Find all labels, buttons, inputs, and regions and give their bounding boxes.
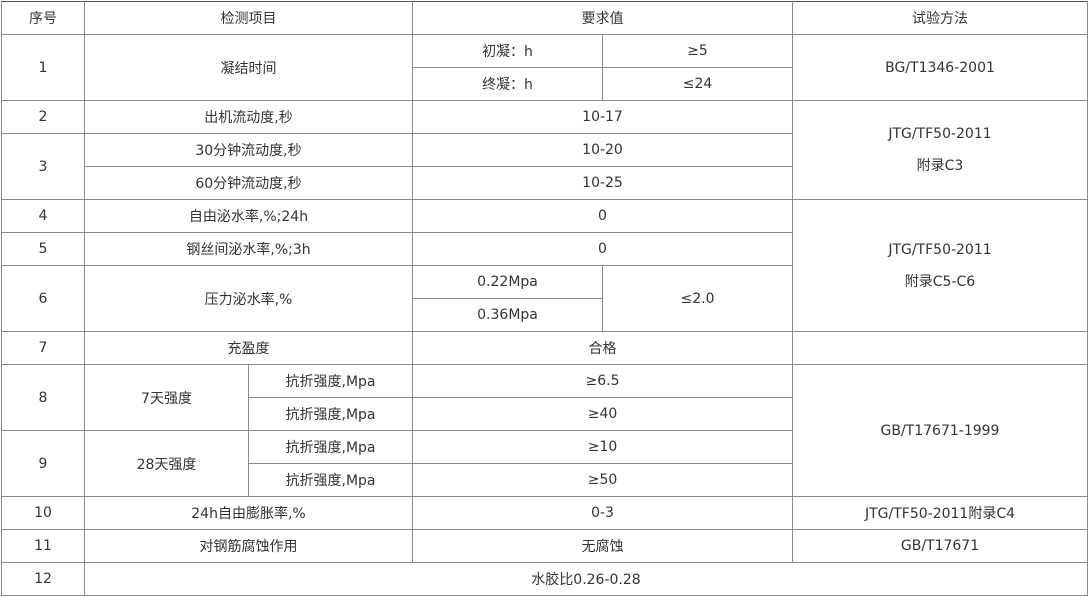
row-item: 凝结时间 (84, 34, 413, 101)
row-item: 60分钟流动度,秒 (84, 166, 413, 200)
row-value: ≥40 (412, 397, 793, 431)
row-item: 出机流动度,秒 (84, 100, 413, 134)
sub-item: 抗折强度,Mpa (248, 397, 413, 431)
row-value: 合格 (412, 331, 793, 365)
row-value: ≥10 (412, 430, 793, 464)
sub-item: 终凝：h (412, 67, 603, 101)
table-row: 7 充盈度 合格 (1, 331, 1088, 365)
row-value: 0-3 (412, 496, 793, 530)
row-item: 压力泌水率,% (84, 265, 413, 332)
row-item: 30分钟流动度,秒 (84, 133, 413, 167)
row-method: GB/T17671 (792, 529, 1088, 563)
row-value: 10-17 (412, 100, 793, 134)
row-value: 10-25 (412, 166, 793, 200)
row-value: 水胶比0.26-0.28 (84, 562, 1088, 596)
method-line: 附录C3 (916, 158, 964, 174)
row-method: BG/T1346-2001 (792, 34, 1088, 101)
table-row: 8 7天强度 抗折强度,Mpa ≥6.5 GB/T17671-1999 (1, 364, 1088, 497)
row-no: 11 (1, 529, 85, 563)
row-no: 2 (1, 100, 85, 134)
row-item: 充盈度 (84, 331, 413, 365)
row-value: 0 (412, 232, 793, 266)
row-value: 0 (412, 199, 793, 233)
header-requirement: 要求值 (412, 1, 793, 35)
sub-item: 0.36Mpa (412, 298, 603, 332)
row-no: 8 (1, 364, 85, 431)
row-method: JTG/TF50-2011附录C4 (792, 496, 1088, 530)
row-value: ≥5 (602, 34, 793, 68)
table-row: 10 24h自由膨胀率,% 0-3 JTG/TF50-2011附录C4 (1, 496, 1088, 530)
row-no: 7 (1, 331, 85, 365)
header-method: 试验方法 (792, 1, 1088, 35)
row-value: ≥6.5 (412, 364, 793, 398)
row-method: JTG/TF50-2011 附录C3 (792, 100, 1088, 200)
row-no: 12 (1, 562, 85, 596)
row-method: GB/T17671-1999 (792, 364, 1088, 497)
row-value: ≤2.0 (602, 265, 793, 332)
header-item: 检测项目 (84, 1, 413, 35)
row-method-empty (792, 331, 1088, 365)
header-row: 序号 检测项目 要求值 试验方法 (1, 1, 1088, 35)
row-item: 钢丝间泌水率,%;3h (84, 232, 413, 266)
sub-item: 抗折强度,Mpa (248, 364, 413, 398)
row-no: 5 (1, 232, 85, 266)
sub-item: 抗折强度,Mpa (248, 430, 413, 464)
header-no: 序号 (1, 1, 85, 35)
method-line: 附录C5-C6 (904, 273, 976, 290)
method-line: JTG/TF50-2011 (888, 126, 992, 142)
row-value: 10-20 (412, 133, 793, 167)
row-item: 24h自由膨胀率,% (84, 496, 413, 530)
sub-item: 初凝：h (412, 34, 603, 68)
table-row: 1 凝结时间 初凝：h ≥5 BG/T1346-2001 (1, 34, 1088, 101)
row-no: 1 (1, 34, 85, 101)
row-item: 对钢筋腐蚀作用 (84, 529, 413, 563)
row-no: 4 (1, 199, 85, 233)
row-no: 6 (1, 265, 85, 332)
row-no: 3 (1, 133, 85, 200)
row-value: ≥50 (412, 463, 793, 497)
row-item: 7天强度 (84, 364, 249, 431)
table-row: 2 出机流动度,秒 10-17 JTG/TF50-2011 附录C3 (1, 100, 1088, 200)
row-method: JTG/TF50-2011 附录C5-C6 (792, 199, 1088, 332)
row-no: 10 (1, 496, 85, 530)
row-no: 9 (1, 430, 85, 497)
table-row: 11 对钢筋腐蚀作用 无腐蚀 GB/T17671 (1, 529, 1088, 563)
row-item: 28天强度 (84, 430, 249, 497)
sub-item: 0.22Mpa (412, 265, 603, 299)
row-value: ≤24 (602, 67, 793, 101)
row-item: 自由泌水率,%;24h (84, 199, 413, 233)
table-row: 12 水胶比0.26-0.28 (1, 562, 1088, 596)
method-line: JTG/TF50-2011 (888, 241, 992, 258)
test-requirements-table: 序号 检测项目 要求值 试验方法 1 凝结时间 初凝：h ≥5 BG/T1346… (1, 1, 1088, 596)
table-row: 4 自由泌水率,%;24h 0 JTG/TF50-2011 附录C5-C6 (1, 199, 1088, 332)
sub-item: 抗折强度,Mpa (248, 463, 413, 497)
row-value: 无腐蚀 (412, 529, 793, 563)
